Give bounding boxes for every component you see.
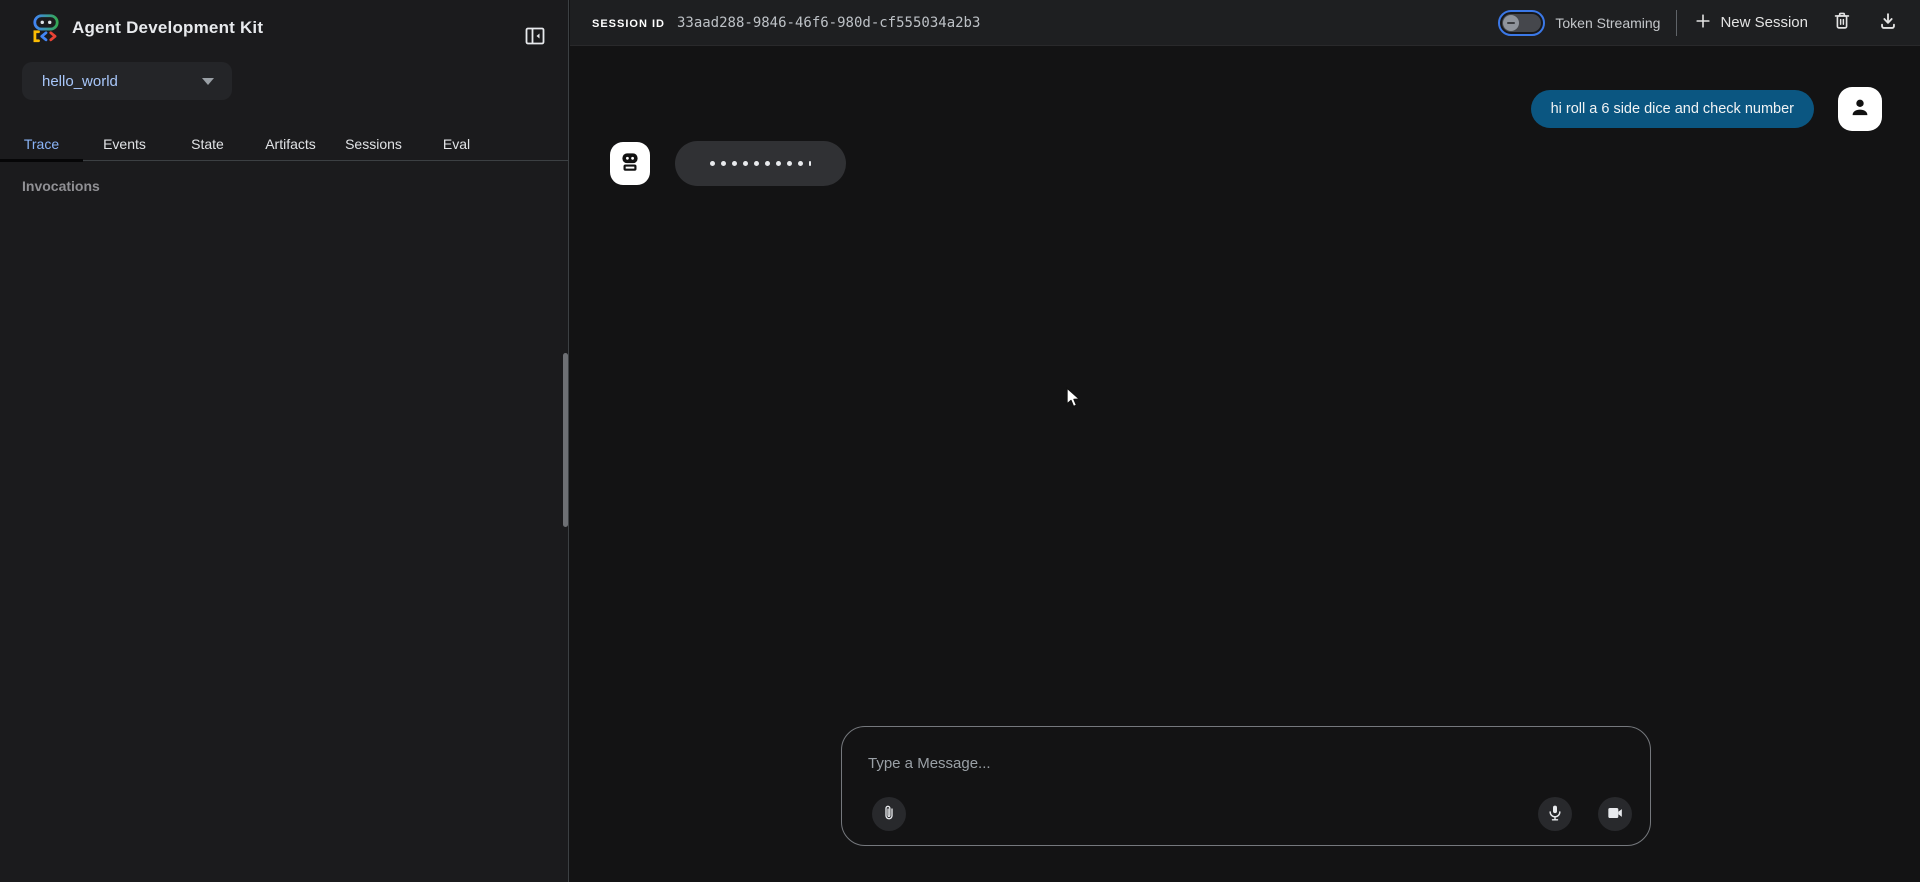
toggle-track — [1502, 14, 1541, 32]
videocam-icon — [1605, 803, 1625, 826]
sidebar-tabs: Trace Events State Artifacts Sessions Ev… — [0, 126, 569, 161]
mic-icon — [1545, 803, 1565, 826]
topbar: SESSION ID 33aad288-9846-46f6-980d-cf555… — [570, 0, 1920, 46]
collapse-panel-button[interactable] — [520, 22, 550, 52]
download-icon — [1877, 10, 1899, 35]
sidebar-scrollbar-thumb[interactable] — [563, 353, 568, 527]
topbar-actions: Token Streaming New Session — [1498, 9, 1902, 37]
agent-select-dropdown[interactable]: hello_world — [22, 62, 232, 100]
mouse-cursor — [1063, 386, 1085, 415]
tab-sessions[interactable]: Sessions — [332, 126, 415, 161]
message-input-container — [841, 726, 1651, 846]
session-id-value: 33aad288-9846-46f6-980d-cf555034a2b3 — [677, 15, 980, 31]
delete-session-button[interactable] — [1828, 9, 1856, 37]
tab-trace[interactable]: Trace — [0, 126, 83, 161]
user-message-row: hi roll a 6 side dice and check number — [1531, 87, 1882, 131]
chat-area: hi roll a 6 side dice and check number — [570, 46, 1920, 882]
plus-icon — [1693, 11, 1713, 35]
robot-icon — [617, 148, 643, 179]
user-avatar — [1838, 87, 1882, 131]
sidebar-header: Agent Development Kit — [0, 0, 568, 58]
tab-eval[interactable]: Eval — [415, 126, 498, 161]
toggle-dash-icon — [1507, 22, 1515, 24]
user-message-bubble: hi roll a 6 side dice and check number — [1531, 90, 1814, 128]
agent-message-row — [610, 141, 846, 186]
agent-select-value: hello_world — [42, 73, 202, 90]
agent-avatar — [610, 142, 650, 185]
new-session-label: New Session — [1720, 14, 1808, 31]
attach-file-button[interactable] — [872, 797, 906, 831]
message-input[interactable] — [868, 745, 1468, 781]
session-info: SESSION ID 33aad288-9846-46f6-980d-cf555… — [592, 15, 980, 31]
invocations-section-label: Invocations — [22, 178, 100, 194]
tab-state[interactable]: State — [166, 126, 249, 161]
trash-icon — [1831, 10, 1853, 35]
tab-artifacts[interactable]: Artifacts — [249, 126, 332, 161]
app-title: Agent Development Kit — [72, 18, 263, 38]
video-button[interactable] — [1598, 797, 1632, 831]
person-icon — [1847, 94, 1873, 125]
token-streaming-label: Token Streaming — [1555, 15, 1660, 31]
adk-app: Agent Development Kit hello_world Trace … — [0, 0, 1920, 882]
sidebar: Agent Development Kit hello_world Trace … — [0, 0, 569, 882]
new-session-button[interactable]: New Session — [1693, 11, 1808, 35]
paperclip-icon — [879, 803, 899, 826]
mic-button[interactable] — [1538, 797, 1572, 831]
session-id-label: SESSION ID — [592, 18, 665, 30]
token-streaming-toggle[interactable] — [1498, 10, 1545, 36]
typing-indicator — [675, 141, 846, 186]
topbar-divider — [1676, 10, 1677, 36]
toggle-thumb — [1503, 15, 1519, 31]
chevron-down-icon — [202, 78, 214, 85]
adk-robot-logo-icon — [30, 12, 62, 44]
export-session-button[interactable] — [1874, 9, 1902, 37]
tab-events[interactable]: Events — [83, 126, 166, 161]
collapse-panel-icon — [523, 24, 547, 51]
